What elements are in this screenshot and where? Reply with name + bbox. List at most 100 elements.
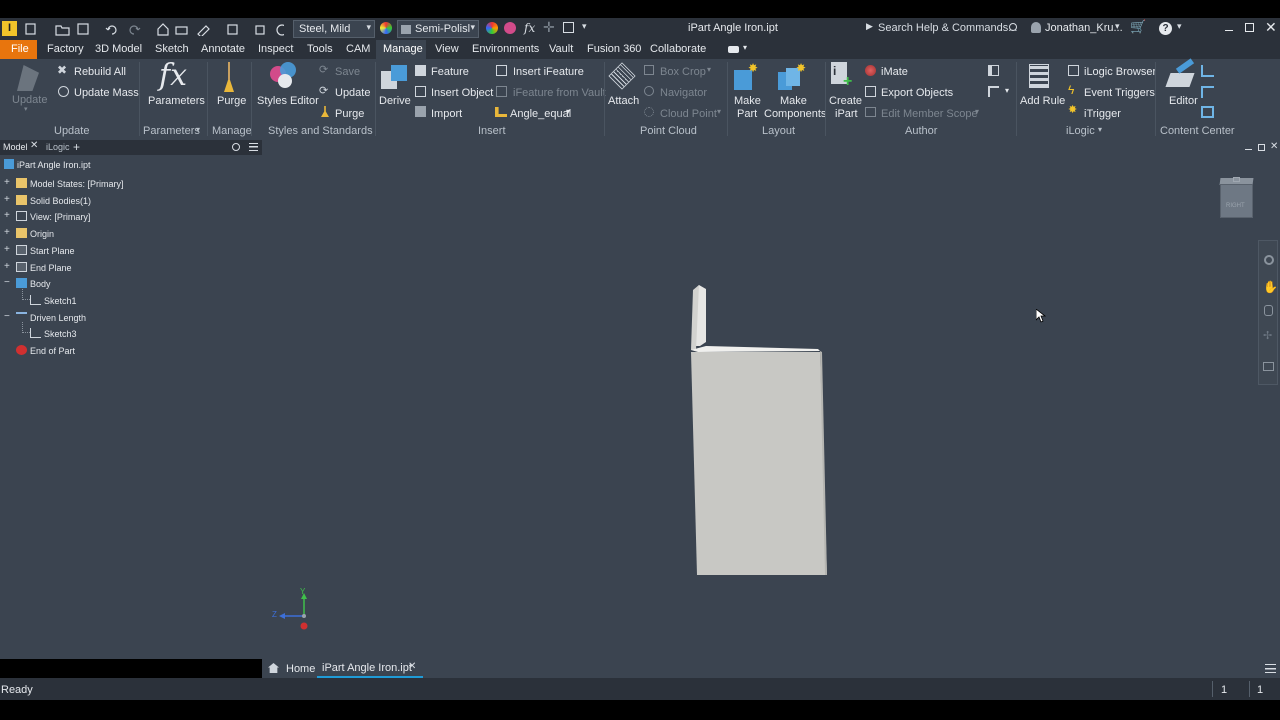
update-style-button[interactable]: Update bbox=[335, 87, 370, 99]
zoom-icon[interactable] bbox=[1264, 305, 1273, 316]
video-icon[interactable] bbox=[728, 46, 739, 53]
restore-icon[interactable] bbox=[1245, 23, 1254, 32]
create-ipart-label-1[interactable]: Create bbox=[829, 95, 862, 107]
ifeature-from-vault-button[interactable]: iFeature from Vault bbox=[513, 87, 606, 99]
chevron-down-icon[interactable]: ▾ bbox=[707, 65, 711, 74]
tree-node[interactable]: + Solid Bodies(1) bbox=[0, 193, 262, 207]
add-icon[interactable]: ✛ bbox=[543, 20, 555, 34]
app-logo[interactable]: I bbox=[2, 21, 17, 36]
tree-node[interactable]: + View: [Primary] bbox=[0, 209, 262, 223]
ilogic-panel-label[interactable]: iLogic bbox=[1066, 125, 1095, 137]
author-table-icon[interactable] bbox=[988, 86, 999, 97]
expand-icon[interactable]: + bbox=[4, 211, 11, 221]
add-tab-button[interactable]: + bbox=[73, 141, 80, 153]
event-triggers-button[interactable]: Event Triggers bbox=[1084, 87, 1155, 99]
search-icon[interactable] bbox=[232, 143, 240, 151]
material-dropdown[interactable]: Steel, Mild ▾ bbox=[293, 20, 375, 38]
chevron-down-icon[interactable]: ▾ bbox=[196, 125, 200, 134]
customize-qat-icon[interactable]: ▾ bbox=[582, 22, 587, 31]
viewcube-home-icon[interactable] bbox=[1233, 177, 1240, 182]
angle-iron-part[interactable] bbox=[682, 280, 862, 580]
tree-node[interactable]: Sketch3 bbox=[0, 322, 262, 340]
chevron-down-icon[interactable]: ▾ bbox=[717, 107, 721, 116]
minimize-icon[interactable] bbox=[1225, 30, 1233, 31]
help-icon[interactable]: ? bbox=[1159, 22, 1172, 35]
color-override-icon[interactable] bbox=[486, 22, 498, 34]
active-document-tab[interactable]: iPart Angle Iron.ipt ✕ bbox=[317, 659, 423, 678]
tab-manage-active[interactable]: Manage bbox=[376, 40, 426, 59]
layout-icon[interactable] bbox=[563, 22, 574, 33]
chevron-down-icon[interactable]: ▾ bbox=[975, 107, 979, 116]
create-ipart-label-2[interactable]: iPart bbox=[835, 108, 858, 120]
tab-annotate[interactable]: Annotate bbox=[201, 44, 245, 55]
appearance-dropdown[interactable]: Semi-Polisl ▾ bbox=[397, 20, 479, 38]
viewport-close-icon[interactable]: ✕ bbox=[1270, 142, 1278, 152]
insert-ifeature-button[interactable]: Insert iFeature bbox=[513, 66, 584, 78]
insert-object-button[interactable]: Insert Object bbox=[431, 87, 493, 99]
parameters-button[interactable]: Parameters bbox=[148, 95, 205, 107]
tree-node[interactable]: + End Plane bbox=[0, 260, 262, 274]
tab-cam[interactable]: CAM bbox=[346, 44, 370, 55]
chevron-down-icon[interactable]: ▾ bbox=[566, 107, 570, 116]
file-tab[interactable]: File bbox=[0, 40, 37, 59]
tree-node[interactable]: + Model States: [Primary] bbox=[0, 176, 262, 190]
tree-node[interactable]: Sketch1 bbox=[0, 288, 262, 307]
expand-icon[interactable]: + bbox=[4, 194, 11, 204]
tree-node[interactable]: + Origin bbox=[0, 226, 262, 240]
chevron-down-icon[interactable]: ▾ bbox=[743, 44, 747, 52]
menu-icon[interactable] bbox=[249, 143, 258, 151]
expand-icon[interactable]: + bbox=[4, 228, 11, 238]
feature-button[interactable]: Feature bbox=[431, 66, 469, 78]
ilogic-browser-button[interactable]: iLogic Browser bbox=[1084, 66, 1156, 78]
cc-tool-2-icon[interactable] bbox=[1201, 86, 1214, 98]
tab-sketch[interactable]: Sketch bbox=[155, 44, 189, 55]
edit-member-scope-button[interactable]: Edit Member Scope bbox=[881, 108, 978, 120]
tab-model[interactable]: Model bbox=[3, 143, 28, 152]
make-part-label-1[interactable]: Make bbox=[734, 95, 761, 107]
search-input[interactable]: Search Help & Commands... bbox=[875, 20, 1020, 37]
cc-tool-3-icon[interactable] bbox=[1201, 106, 1214, 118]
close-icon[interactable]: ✕ bbox=[408, 662, 416, 672]
author-extra-icon[interactable] bbox=[988, 65, 999, 76]
box-crop-button[interactable]: Box Crop bbox=[660, 66, 706, 78]
rebuild-all-button[interactable]: Rebuild All bbox=[74, 66, 126, 78]
document-menu-icon[interactable] bbox=[1265, 664, 1276, 673]
tree-root[interactable]: iPart Angle Iron.ipt bbox=[17, 160, 91, 170]
update-button[interactable]: Update ▾ bbox=[10, 63, 47, 113]
viewcube[interactable]: RIGHT bbox=[1219, 177, 1255, 218]
appearance-adjust-icon[interactable] bbox=[504, 22, 516, 34]
make-components-label-1[interactable]: Make bbox=[780, 95, 807, 107]
tab-inspect[interactable]: Inspect bbox=[258, 44, 293, 55]
expand-icon[interactable]: + bbox=[4, 261, 11, 271]
fx-icon[interactable]: fx bbox=[524, 22, 535, 34]
tree-node[interactable]: − Driven Length bbox=[0, 310, 262, 324]
imate-button[interactable]: iMate bbox=[881, 66, 908, 78]
save-style-button[interactable]: Save bbox=[335, 66, 360, 78]
tab-environments[interactable]: Environments bbox=[472, 44, 539, 55]
derive-button[interactable]: Derive bbox=[379, 95, 411, 107]
collapse-icon[interactable]: − bbox=[4, 311, 11, 321]
home-tab[interactable]: Home bbox=[266, 660, 316, 677]
tree-node[interactable]: End of Part bbox=[0, 343, 262, 357]
chevron-down-icon[interactable]: ▾ bbox=[1115, 22, 1120, 31]
viewport-restore-icon[interactable] bbox=[1258, 144, 1265, 151]
tab-fusion-360[interactable]: Fusion 360 bbox=[587, 44, 641, 55]
user-name[interactable]: Jonathan_Kru... bbox=[1045, 23, 1123, 34]
graphics-window[interactable]: ✕ RIGHT ✋ ✢ Y Z bbox=[262, 140, 1280, 659]
tab-collaborate[interactable]: Collaborate bbox=[650, 44, 706, 55]
chevron-down-icon[interactable]: ▾ bbox=[1098, 125, 1102, 134]
expand-icon[interactable]: + bbox=[4, 178, 11, 188]
make-components-label-2[interactable]: Components bbox=[764, 108, 826, 120]
update-mass-button[interactable]: Update Mass bbox=[74, 87, 139, 99]
tree-node[interactable]: + Start Plane bbox=[0, 243, 262, 257]
pan-icon[interactable]: ✋ bbox=[1263, 281, 1278, 293]
cc-tool-1-icon[interactable] bbox=[1201, 65, 1214, 77]
parameters-panel-label[interactable]: Parameters bbox=[143, 125, 200, 137]
export-objects-button[interactable]: Export Objects bbox=[881, 87, 953, 99]
cart-icon[interactable]: 🛒 bbox=[1130, 20, 1146, 33]
cloud-point-button[interactable]: Cloud Point bbox=[660, 108, 717, 120]
orbit-icon[interactable]: ✢ bbox=[1263, 331, 1272, 342]
purge-button[interactable]: Purge bbox=[217, 95, 246, 107]
collapse-icon[interactable]: − bbox=[4, 278, 11, 288]
tab-factory[interactable]: Factory bbox=[47, 44, 84, 55]
